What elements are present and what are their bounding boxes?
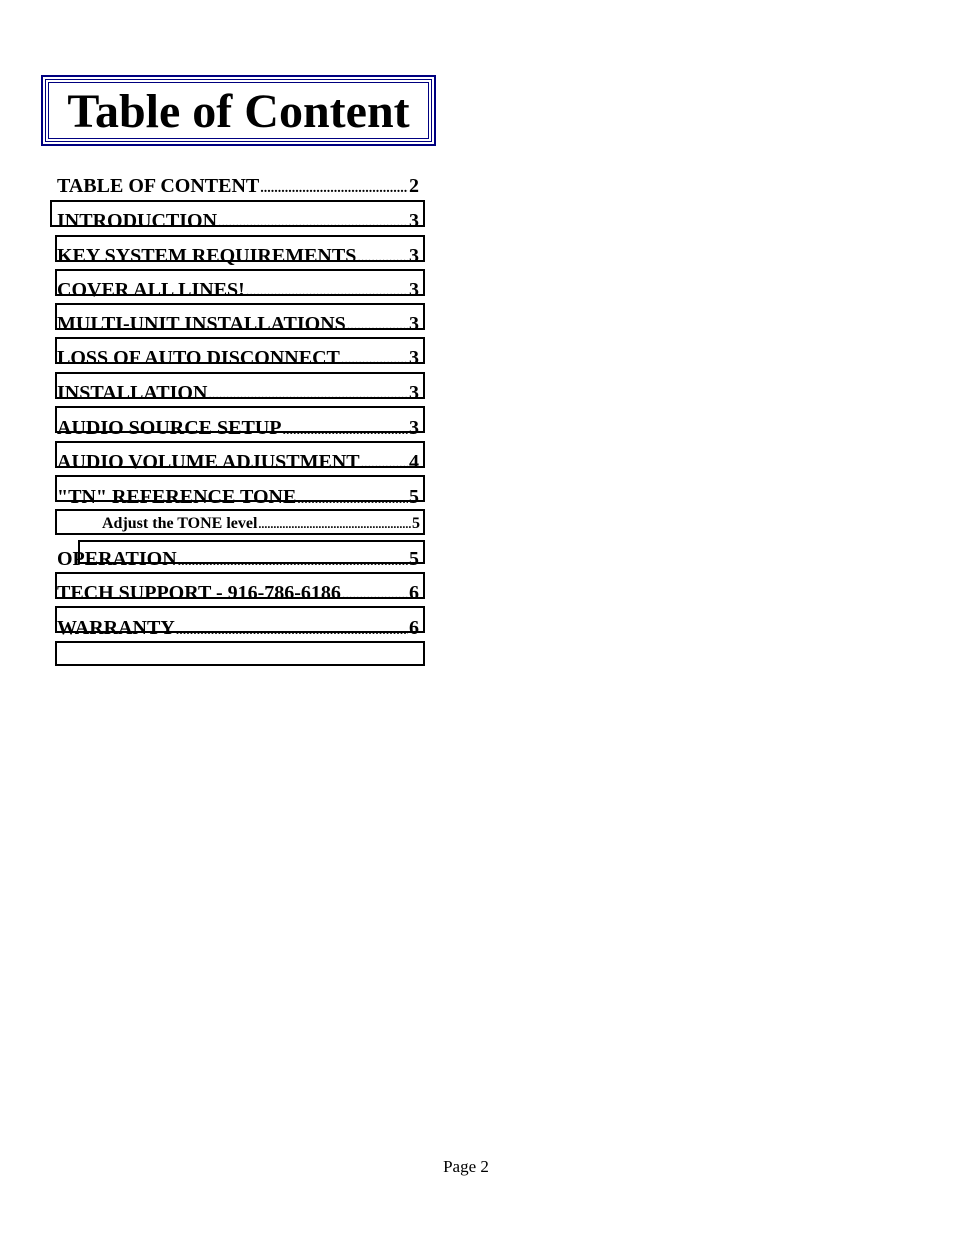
link-box-audio-source-setup[interactable]: [55, 406, 425, 433]
link-box-key-system-requirements[interactable]: [55, 235, 425, 262]
link-box-installation[interactable]: [55, 372, 425, 399]
toc-entry-page: 2: [409, 175, 419, 197]
link-box-tn-reference-tone[interactable]: [55, 475, 425, 502]
link-box-warranty[interactable]: [55, 606, 425, 633]
title-box: Table of Content: [41, 75, 436, 146]
link-box-empty[interactable]: [55, 641, 425, 666]
link-box-operation[interactable]: [78, 540, 425, 564]
link-box-introduction[interactable]: [50, 200, 425, 227]
link-box-loss-of-auto-disconnect[interactable]: [55, 337, 425, 364]
link-box-audio-volume-adjustment[interactable]: [55, 441, 425, 468]
page-title: Table of Content: [67, 85, 410, 138]
page-number: Page 2: [443, 1157, 489, 1176]
link-box-cover-all-lines[interactable]: [55, 269, 425, 296]
toc-entry-label: TABLE OF CONTENT: [57, 175, 260, 197]
link-box-adjust-the-tone-level[interactable]: [55, 509, 425, 535]
link-box-tech-support[interactable]: [55, 572, 425, 599]
link-box-multi-unit-installations[interactable]: [55, 303, 425, 330]
toc-dot-leader: [260, 178, 408, 200]
toc-entry-table-of-content[interactable]: TABLE OF CONTENT 2: [57, 175, 419, 200]
